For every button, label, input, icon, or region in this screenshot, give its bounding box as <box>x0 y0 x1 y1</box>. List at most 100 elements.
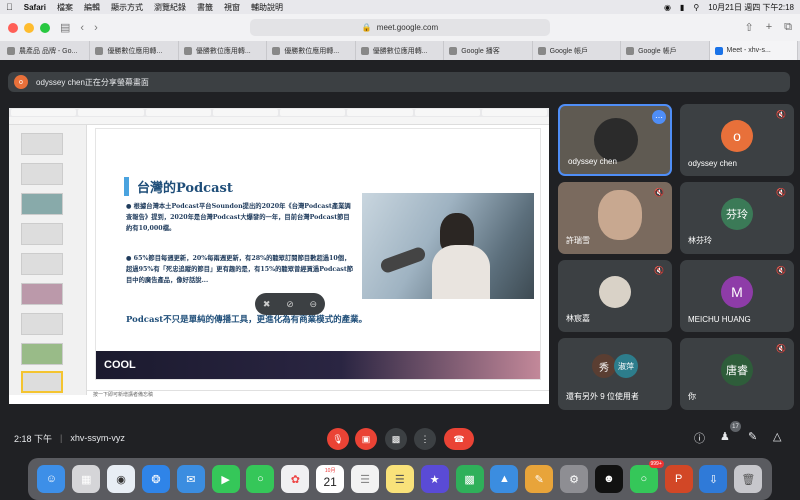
calendar-day: 21 <box>323 475 337 489</box>
tab-bar: 農產品 品牌 - Go... 優勝數位應用轉... 優勝數位應用轉... 優勝數… <box>0 41 800 60</box>
tab-4[interactable]: 優勝數位應用轉... <box>267 41 356 60</box>
menu-view[interactable]: 顯示方式 <box>111 2 143 13</box>
dock-numbers-icon[interactable]: ▩ <box>455 465 484 493</box>
address-bar[interactable]: 🔒 meet.google.com <box>250 19 550 36</box>
dock-facetime-icon[interactable]: ▶ <box>211 465 240 493</box>
mic-toggle-button[interactable]: 🎙 <box>327 428 349 450</box>
participant-tile[interactable]: 🔇 許瑞雪 <box>558 182 672 254</box>
dock-reminders-icon[interactable]: ☰ <box>351 465 380 493</box>
meeting-code: xhv-ssym-vyz <box>70 433 125 443</box>
dock-mail-icon[interactable]: ✉ <box>176 465 205 493</box>
browser-toolbar: ▤ ‹ › 🔒 meet.google.com ⇧ + ⧉ <box>0 14 800 41</box>
shared-tab-strip <box>9 108 549 117</box>
shared-screen: 台灣的Podcast ● 根據台灣本土Podcast平台Soundon提出的20… <box>9 108 549 404</box>
dock-calendar-icon[interactable]: 10月 21 <box>316 465 345 493</box>
dock-imovie-icon[interactable]: ★ <box>420 465 449 493</box>
dock-line-icon[interactable]: 999+ ○ <box>629 460 664 493</box>
dock-finder-icon[interactable]: ☺ <box>37 465 66 493</box>
menu-file[interactable]: 檔案 <box>57 2 73 13</box>
participant-name: odyssey chen <box>688 159 737 168</box>
dock-settings-icon[interactable]: ⚙ <box>560 465 589 493</box>
more-options-icon[interactable]: ⋯ <box>652 110 666 124</box>
slide-thumb <box>21 253 63 275</box>
more-options-button[interactable]: ⋮ <box>414 428 436 450</box>
people-count-badge: 17 <box>730 421 741 432</box>
menu-history[interactable]: 瀏覽紀錄 <box>154 2 186 13</box>
participant-name: 你 <box>688 392 696 401</box>
dock-downloads-icon[interactable]: ⇩ <box>699 465 728 493</box>
menu-safari[interactable]: Safari <box>24 3 46 12</box>
tab-overview-icon[interactable]: ⧉ <box>784 21 792 34</box>
menu-clock[interactable]: 10月21日 週四 下午2:18 <box>708 2 794 13</box>
tab-3[interactable]: 優勝數位應用轉... <box>179 41 268 60</box>
dock-photos-icon[interactable]: ✿ <box>281 465 310 493</box>
shared-url-bar <box>9 117 549 125</box>
leave-call-button[interactable]: ☎ <box>444 428 474 450</box>
dock-chrome-icon[interactable]: ◉ <box>107 465 136 493</box>
participant-tile[interactable]: 🔇 M MEICHU HUANG <box>680 260 794 332</box>
dock-safari-icon[interactable]: ❂ <box>141 465 170 493</box>
self-tile[interactable]: 🔇 唐睿 你 <box>680 338 794 410</box>
search-icon[interactable]: ⚲ <box>693 3 699 12</box>
forward-icon[interactable]: › <box>94 22 98 34</box>
video-person <box>598 190 642 240</box>
hangup-icon: ☎ <box>453 433 465 444</box>
sidebar-icon[interactable]: ▤ <box>60 21 70 34</box>
participant-tile[interactable]: ⋯ odyssey chen <box>558 104 672 176</box>
favicon-icon <box>95 46 104 55</box>
dock-trash-icon[interactable]: 🗑 <box>734 465 763 493</box>
participant-tile[interactable]: 🔇 o odyssey chen <box>680 104 794 176</box>
share-icon[interactable]: ⇧ <box>744 21 753 34</box>
window-controls <box>8 22 50 33</box>
meeting-time: 2:18 下午 <box>14 433 53 444</box>
back-icon[interactable]: ‹ <box>80 22 84 34</box>
minimize-window-button[interactable] <box>24 22 34 33</box>
menu-window[interactable]: 視窗 <box>224 2 240 13</box>
participant-tile[interactable]: 🔇 林宸嘉 <box>558 260 672 332</box>
present-button[interactable]: ▩ <box>385 428 407 450</box>
tab-5[interactable]: 優勝數位應用轉... <box>356 41 445 60</box>
zoom-window-button[interactable] <box>40 22 50 33</box>
tab-8[interactable]: Google 帳戶 <box>621 41 710 60</box>
new-tab-icon[interactable]: + <box>766 21 772 34</box>
divider: | <box>60 433 63 443</box>
mic-off-icon: 🔇 <box>654 188 664 197</box>
apple-icon[interactable]:  <box>6 2 13 12</box>
dock-pages-icon[interactable]: ✎ <box>525 465 554 493</box>
tab-1[interactable]: 農產品 品牌 - Go... <box>2 41 91 60</box>
pin-icon[interactable]: ✖ <box>263 299 271 310</box>
dock-launchpad-icon[interactable]: ▦ <box>72 465 101 493</box>
participant-tile[interactable]: 🔇 芬玲 林芬玲 <box>680 182 794 254</box>
wifi-icon[interactable]: ◉ <box>664 3 671 12</box>
info-icon[interactable]: ⓘ <box>694 430 705 446</box>
people-icon[interactable]: ♟ <box>720 430 730 443</box>
favicon-icon <box>183 46 192 55</box>
others-tile[interactable]: 秀 淑萍 還有另外 9 位使用者 <box>558 338 672 410</box>
tab-2[interactable]: 優勝數位應用轉... <box>90 41 179 60</box>
remove-icon[interactable]: ⊖ <box>310 299 318 310</box>
dock-powerpoint-icon[interactable]: P <box>664 465 693 493</box>
favicon-icon <box>626 46 635 55</box>
camera-toggle-button[interactable]: ▣ <box>355 428 377 450</box>
dock-qq-icon[interactable]: ☻ <box>594 465 623 493</box>
chat-icon[interactable]: ✎ <box>748 430 757 443</box>
tab-7[interactable]: Google 帳戶 <box>533 41 622 60</box>
dock-messages-icon[interactable]: ○ <box>246 465 275 493</box>
avatar <box>599 276 631 308</box>
menu-edit[interactable]: 編輯 <box>84 2 100 13</box>
menu-help[interactable]: 輔助說明 <box>251 2 283 13</box>
mute-icon[interactable]: ⊘ <box>286 299 294 310</box>
dock-notes-icon[interactable]: ☰ <box>385 465 414 493</box>
battery-icon[interactable]: ▮ <box>680 3 684 12</box>
slide-canvas: 台灣的Podcast ● 根據台灣本土Podcast平台Soundon提出的20… <box>95 128 541 380</box>
present-icon: ▩ <box>391 433 401 444</box>
dock-keynote-icon[interactable]: ▲ <box>490 465 519 493</box>
tab-6[interactable]: Google 播客 <box>444 41 533 60</box>
close-window-button[interactable] <box>8 22 18 33</box>
speaker-notes[interactable]: 按一下即可新增講者備忘稿 <box>87 390 549 400</box>
tab-meet[interactable]: Meet - xhv-s... <box>709 41 798 60</box>
menu-bookmarks[interactable]: 書籤 <box>197 2 213 13</box>
avatar: M <box>721 276 753 308</box>
activities-icon[interactable]: △ <box>773 430 781 443</box>
avatar: o <box>721 120 753 152</box>
